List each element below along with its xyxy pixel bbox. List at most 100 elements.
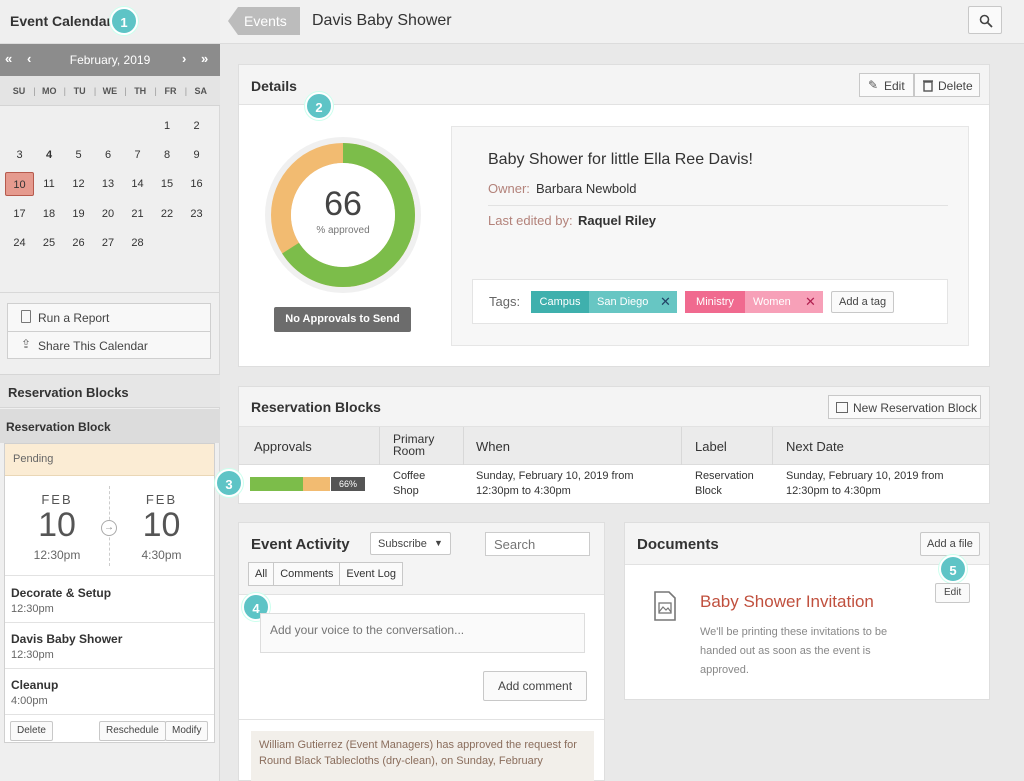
tab-event-log[interactable]: Event Log <box>340 563 402 585</box>
add-tag-button[interactable]: Add a tag <box>831 291 895 313</box>
calendar-day[interactable]: 12 <box>64 172 93 196</box>
tag-ministry[interactable]: Ministry Women ✕ <box>685 291 823 313</box>
col-divider <box>463 427 464 465</box>
col-divider <box>681 427 682 465</box>
list-item[interactable]: Davis Baby Shower 12:30pm <box>5 623 214 669</box>
col-divider <box>379 427 380 465</box>
table-row[interactable]: 66% Coffee Shop Sunday, February 10, 201… <box>239 466 989 504</box>
row-next-date: Sunday, February 10, 2019 from 12:30pm t… <box>786 470 944 497</box>
add-file-button[interactable]: Add a file <box>920 532 980 556</box>
calendar-day[interactable]: 15 <box>153 172 182 196</box>
callout-badge-3: 3 <box>215 469 243 497</box>
last-edited-label: Last edited by: <box>488 213 573 228</box>
calendar-day[interactable]: 18 <box>35 202 64 226</box>
list-item-time: 12:30pm <box>11 603 54 615</box>
tab-comments[interactable]: Comments <box>274 563 341 585</box>
new-reservation-block-button[interactable]: New Reservation Block <box>828 395 981 419</box>
breadcrumb[interactable]: Events <box>228 7 300 35</box>
dow-separator: | <box>33 86 36 96</box>
comment-textarea[interactable] <box>260 613 585 653</box>
calendar-day[interactable]: 8 <box>153 143 182 167</box>
calendar-day[interactable]: 13 <box>94 172 123 196</box>
calendar-day[interactable]: 3 <box>5 143 34 167</box>
dow-separator: | <box>124 86 127 96</box>
col-label: Label <box>695 439 727 454</box>
approval-percent-badge: 66% <box>331 477 365 491</box>
document-title-link[interactable]: Baby Shower Invitation <box>700 592 874 612</box>
calendar-day[interactable]: 1 <box>153 114 182 138</box>
calendar-day[interactable]: 23 <box>182 202 211 226</box>
add-comment-button[interactable]: Add comment <box>483 671 588 701</box>
delete-block-button[interactable]: Delete <box>10 721 53 741</box>
no-approvals-button[interactable]: No Approvals to Send <box>274 307 411 332</box>
calendar-day[interactable]: 2 <box>182 114 211 138</box>
search-button[interactable] <box>968 6 1002 34</box>
calendar-month-nav: « ‹ February, 2019 › » <box>0 44 220 76</box>
calendar-month-label: February, 2019 <box>69 53 151 67</box>
calendar-day[interactable]: 5 <box>64 143 93 167</box>
callout-badge-1: 1 <box>110 7 138 35</box>
modify-button[interactable]: Modify <box>165 721 209 741</box>
sidebar-title: Event Calendar <box>10 13 112 29</box>
calendar-day[interactable]: 4 <box>35 143 64 167</box>
share-calendar-button[interactable]: ⇪ Share This Calendar <box>7 331 211 359</box>
subscribe-dropdown[interactable]: Subscribe ▼ <box>370 532 451 555</box>
calendar-day[interactable]: 14 <box>123 172 152 196</box>
share-icon: ⇪ <box>21 337 32 351</box>
next-year-icon[interactable]: » <box>201 51 208 66</box>
activity-search-input[interactable] <box>485 532 590 556</box>
reservations-title: Reservation Blocks <box>251 399 381 415</box>
delete-button[interactable]: Delete <box>914 73 980 97</box>
calendar-day[interactable]: 26 <box>64 231 93 255</box>
calendar-day[interactable]: 20 <box>94 202 123 226</box>
close-icon[interactable]: ✕ <box>660 294 671 310</box>
list-item[interactable]: Cleanup 4:00pm <box>5 669 214 715</box>
calendar-day[interactable]: 27 <box>94 231 123 255</box>
calendar-day[interactable]: 6 <box>94 143 123 167</box>
calendar-day[interactable]: 7 <box>123 143 152 167</box>
calendar-day[interactable]: 16 <box>182 172 211 196</box>
list-item[interactable]: Decorate & Setup 12:30pm <box>5 577 214 623</box>
callout-badge-5: 5 <box>939 555 967 583</box>
details-header: Details ✎ Edit Delete <box>239 65 989 105</box>
edit-label: Edit <box>884 79 905 93</box>
calendar-day[interactable]: 28 <box>123 231 152 255</box>
details-title: Details <box>251 78 297 94</box>
tag-campus[interactable]: Campus San Diego ✕ <box>531 291 677 313</box>
event-activity-panel: Event Activity Subscribe ▼ All Comments … <box>238 522 605 781</box>
edit-button[interactable]: ✎ Edit <box>859 73 914 97</box>
event-info-box: Baby Shower for little Ella Ree Davis! O… <box>451 126 969 346</box>
activity-title: Event Activity <box>251 536 350 553</box>
documents-panel: Documents Add a file 5 Edit Baby Shower … <box>624 522 990 700</box>
tab-all[interactable]: All <box>249 563 275 585</box>
start-day: 10 <box>38 506 76 544</box>
image-file-icon <box>654 591 676 621</box>
main-content: Details ✎ Edit Delete 2 66 % approved No… <box>215 44 1024 781</box>
calendar-day[interactable]: 9 <box>182 143 211 167</box>
calendar-day[interactable]: 22 <box>153 202 182 226</box>
next-month-icon[interactable]: › <box>182 51 186 66</box>
chevron-down-icon: ▼ <box>434 538 443 548</box>
approval-percent-value: 66 <box>324 185 362 223</box>
calendar-day[interactable]: 25 <box>35 231 64 255</box>
calendar-day[interactable]: 19 <box>64 202 93 226</box>
approval-percent-label: % approved <box>316 225 370 236</box>
calendar-day[interactable]: 17 <box>5 202 34 226</box>
run-report-button[interactable]: Run a Report <box>7 303 211 331</box>
calendar-day[interactable]: 21 <box>123 202 152 226</box>
calendar-day[interactable]: 24 <box>5 231 34 255</box>
col-next-date: Next Date <box>786 439 844 454</box>
close-icon[interactable]: ✕ <box>805 294 816 310</box>
reservation-block-card[interactable]: Pending FEB 10 12:30pm → FEB 10 4:30pm D… <box>4 443 215 743</box>
calendar-day-selected[interactable]: 10 <box>5 172 34 197</box>
reschedule-button[interactable]: Reschedule <box>99 721 166 741</box>
tag-key: Ministry <box>685 291 745 313</box>
reservation-blocks-title: Reservation Blocks <box>8 385 129 400</box>
calendar-dow-row: SU MO | TU | WE | TH | FR | SA | <box>0 76 220 106</box>
col-when: When <box>476 439 510 454</box>
document-edit-button[interactable]: Edit <box>935 583 971 603</box>
calendar-day[interactable]: 11 <box>35 172 64 196</box>
search-icon <box>979 14 993 28</box>
share-calendar-label: Share This Calendar <box>38 339 148 353</box>
reservation-blocks-panel: Reservation Blocks New Reservation Block… <box>238 386 990 504</box>
